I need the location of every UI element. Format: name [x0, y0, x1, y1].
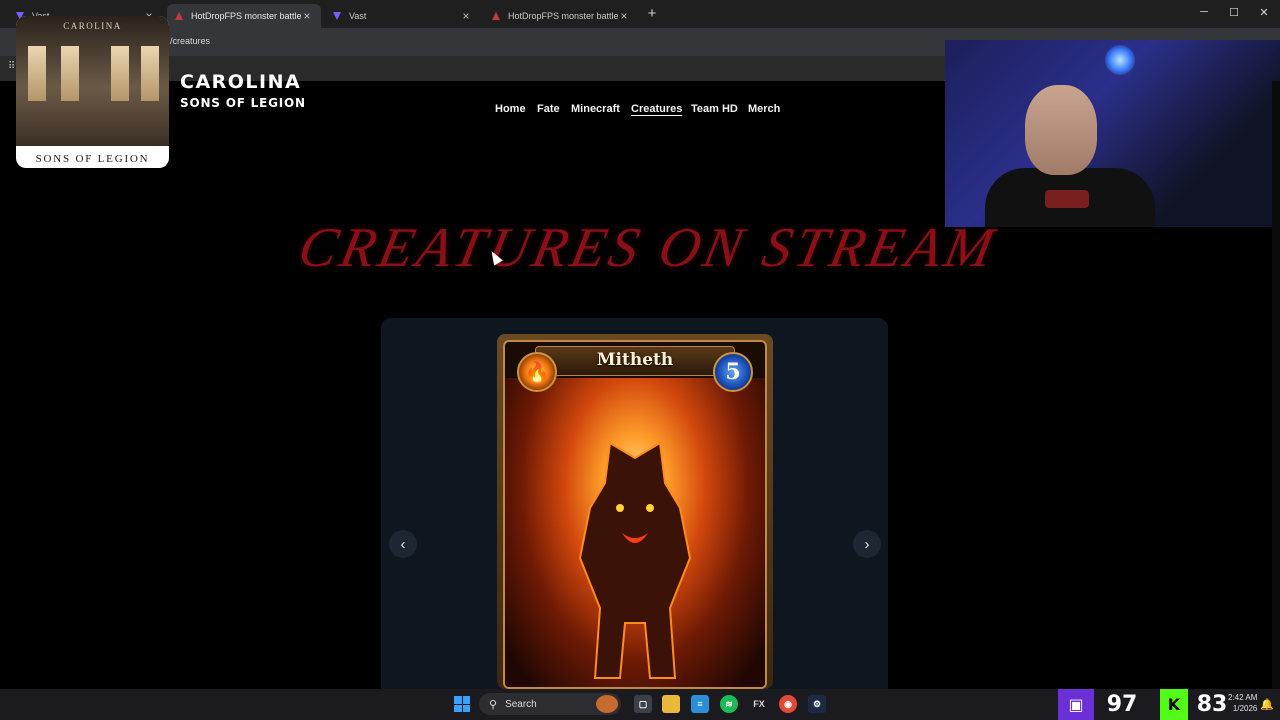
logo-bottom-text: SONS OF LEGION	[35, 153, 150, 165]
kick-icon[interactable]: K	[1160, 689, 1188, 720]
chrome-icon[interactable]: ◉	[779, 695, 797, 713]
nav-home[interactable]: Home	[495, 103, 526, 115]
carousel-next-button[interactable]: ›	[853, 530, 881, 558]
browser-tab-title: Vast	[349, 11, 367, 21]
page-scrollbar[interactable]	[1272, 81, 1280, 689]
webcam-person-head	[1025, 85, 1097, 175]
file-explorer-icon[interactable]	[662, 695, 680, 713]
windows-start-icon[interactable]	[454, 696, 470, 712]
nav-fate[interactable]: Fate	[537, 103, 560, 115]
search-icon: ⚲	[489, 698, 498, 711]
card-frame: Mitheth 🔥 5	[503, 340, 767, 689]
twitch-icon[interactable]: ▣	[1058, 689, 1094, 720]
card-artwork	[505, 378, 765, 687]
task-view-icon[interactable]: ▢	[634, 695, 652, 713]
nav-creatures[interactable]: Creatures	[631, 103, 682, 115]
spotify-icon[interactable]: ≋	[720, 695, 738, 713]
new-tab-button[interactable]: +	[644, 5, 660, 22]
nav-merch[interactable]: Merch	[748, 103, 780, 115]
site-brand-subtitle[interactable]: SONS OF LEGION	[180, 96, 306, 110]
browser-tab[interactable]: Vast ×	[325, 4, 480, 28]
widget-counter-right: 83	[1196, 692, 1228, 717]
carousel-prev-button[interactable]: ‹	[389, 530, 417, 558]
logo-photo	[16, 16, 169, 146]
vast-favicon-icon	[333, 12, 341, 20]
logo-window-shape	[111, 46, 129, 101]
creature-card[interactable]: Mitheth 🔥 5	[497, 334, 773, 689]
webcam-overlay	[945, 40, 1280, 227]
fire-icon: 🔥	[517, 352, 557, 392]
card-cost-badge: 5	[713, 352, 753, 392]
browser-tab-title: HotDropFPS monster battle sty	[191, 11, 301, 21]
hero-title: CREATURES ON STREAM	[293, 217, 1003, 279]
browser-tab-active[interactable]: HotDropFPS monster battle sty ×	[167, 4, 321, 28]
sons-of-legion-logo: CAROLINA SONS OF LEGION	[16, 16, 169, 168]
hotdrop-favicon-icon	[492, 12, 500, 20]
browser-tab-title: HotDropFPS monster battle sty	[508, 11, 618, 21]
system-clock[interactable]: 2:42 AM 1/2026	[1228, 692, 1257, 714]
close-tab-icon[interactable]: ×	[618, 9, 630, 23]
hotdrop-favicon-icon	[175, 12, 183, 20]
webcam-shirt-graphic	[1045, 190, 1089, 208]
webcam-light	[1105, 45, 1135, 75]
close-tab-icon[interactable]: ×	[301, 9, 313, 23]
nav-minecraft[interactable]: Minecraft	[571, 103, 620, 115]
notification-bell-icon[interactable]: 🔔	[1258, 695, 1276, 713]
taskbar-search-label: Search	[505, 698, 537, 710]
hud-fx-icon[interactable]: FX	[750, 695, 768, 713]
logo-top-text: CAROLINA	[63, 21, 122, 31]
maximize-button[interactable]: ☐	[1228, 6, 1240, 19]
close-window-button[interactable]: ✕	[1258, 6, 1270, 19]
close-tab-icon[interactable]: ×	[460, 9, 472, 23]
clock-time: 2:42 AM	[1228, 693, 1258, 702]
logo-window-shape	[61, 46, 79, 101]
logo-window-shape	[28, 46, 46, 101]
nav-team-hd[interactable]: Team HD	[691, 103, 738, 115]
minimize-button[interactable]: ─	[1198, 6, 1210, 18]
clock-date: 1/2026	[1232, 704, 1258, 713]
url-text[interactable]: /creatures	[170, 36, 210, 46]
apps-grid-icon[interactable]: ⠿	[8, 61, 15, 72]
chat-avatars-icon[interactable]	[596, 695, 618, 713]
steam-icon[interactable]: ⚙	[808, 695, 826, 713]
fire-wolf-icon	[578, 441, 692, 679]
widget-counter-left: 97	[1106, 692, 1138, 717]
browser-tab[interactable]: HotDropFPS monster battle sty ×	[484, 4, 638, 28]
site-brand-title[interactable]: CAROLINA	[180, 71, 301, 93]
logo-window-shape	[141, 46, 159, 101]
notepad-icon[interactable]: ≡	[691, 695, 709, 713]
